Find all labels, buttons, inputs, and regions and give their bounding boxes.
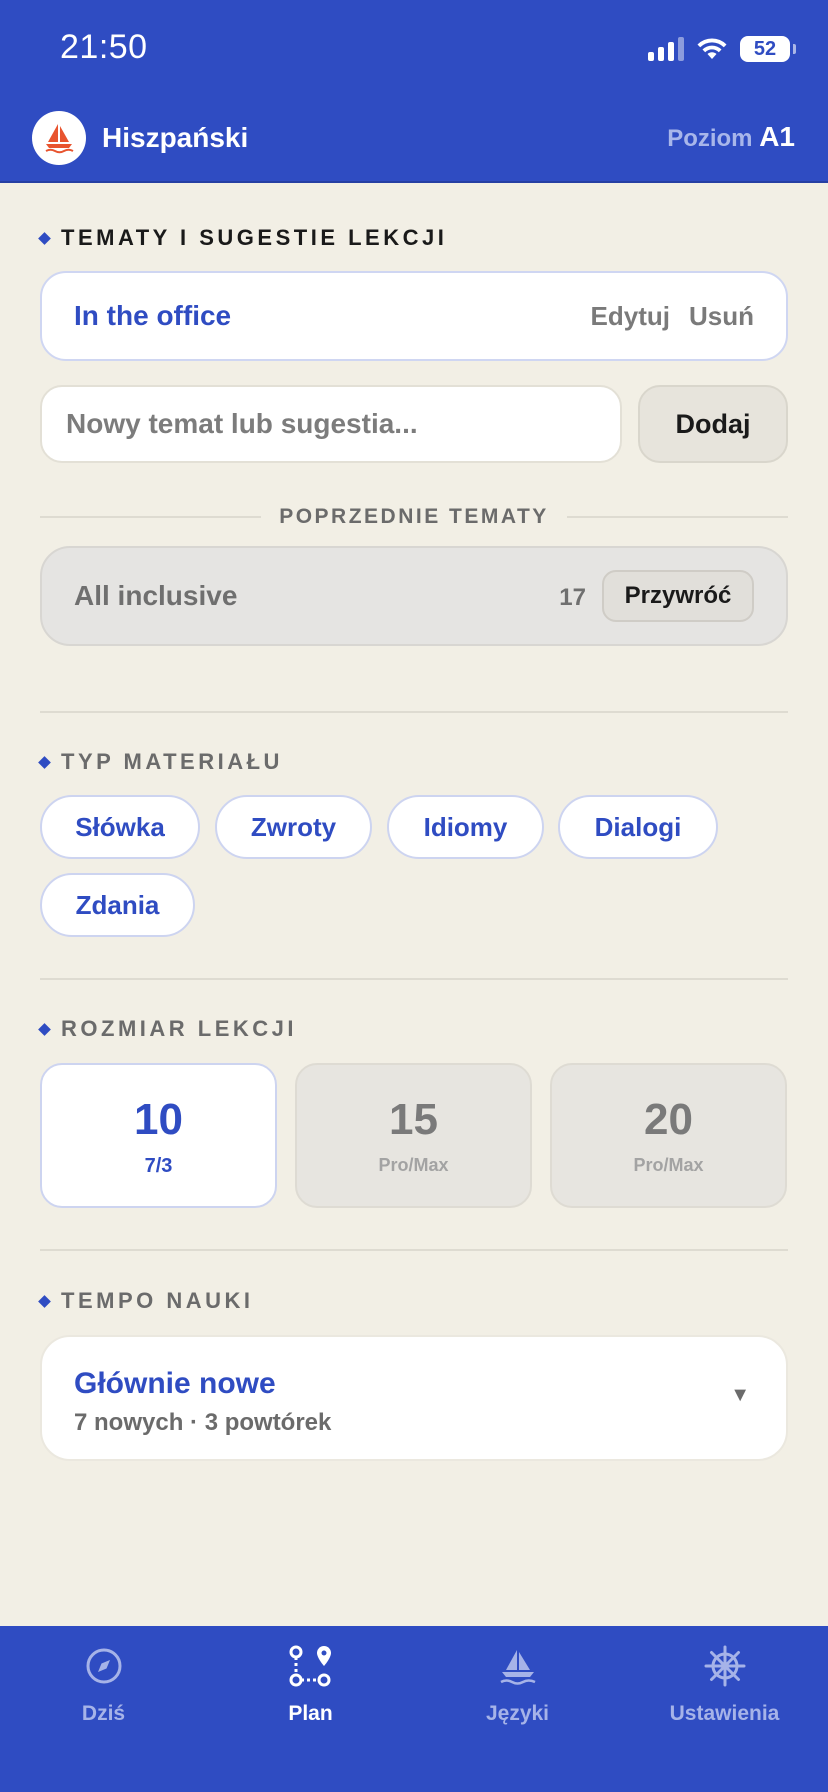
level-value: A1	[759, 121, 795, 152]
edit-topic-button[interactable]: Edytuj	[591, 301, 670, 332]
restore-topic-button[interactable]: Przywróć	[602, 570, 754, 622]
previous-topic-card: All inclusive 17 Przywróć	[40, 546, 788, 646]
tab-label: Ustawienia	[669, 1702, 780, 1725]
signal-icon	[648, 37, 684, 61]
lesson-size-value: 15	[389, 1095, 438, 1144]
diamond-bullet-icon	[38, 231, 51, 245]
language-avatar[interactable]	[32, 111, 86, 165]
tab-label: Języki	[485, 1702, 550, 1725]
tab-jezyki[interactable]: Języki	[414, 1626, 621, 1736]
topics-heading: TEMATY I SUGESTIE LEKCJI	[38, 225, 448, 251]
current-topic-name: In the office	[74, 300, 232, 331]
lesson-size-value: 20	[644, 1095, 693, 1144]
lesson-size-heading: ROZMIAR LEKCJI	[38, 1016, 297, 1042]
material-chip-zwroty[interactable]: Zwroty	[215, 795, 372, 859]
material-heading: TYP MATERIAŁU	[38, 749, 283, 775]
diamond-bullet-icon	[38, 755, 51, 769]
pace-heading: TEMPO NAUKI	[38, 1288, 254, 1314]
lesson-size-heading-text: ROZMIAR LEKCJI	[61, 1016, 297, 1041]
lesson-size-sub: Pro/Max	[378, 1155, 449, 1175]
sailboat-icon	[499, 1650, 536, 1685]
ship-wheel-icon	[704, 1645, 745, 1687]
tab-bar: Dziś Plan Języki Ustawienia	[0, 1626, 828, 1792]
previous-topics-divider: POPRZEDNIE TEMATY	[40, 503, 788, 531]
material-chip-dialogi[interactable]: Dialogi	[558, 795, 718, 859]
tab-label: Dziś	[81, 1702, 126, 1725]
diamond-bullet-icon	[38, 1022, 51, 1036]
sailboat-logo-icon	[45, 124, 74, 154]
lesson-size-sub: Pro/Max	[633, 1155, 704, 1175]
lesson-size-option-15[interactable]: 15 Pro/Max	[295, 1063, 532, 1208]
lesson-size-option-20[interactable]: 20 Pro/Max	[550, 1063, 787, 1208]
status-time: 21:50	[60, 28, 148, 66]
new-topic-input[interactable]	[40, 385, 622, 463]
pace-heading-text: TEMPO NAUKI	[61, 1288, 254, 1313]
lesson-size-option-10[interactable]: 10 7/3	[40, 1063, 277, 1208]
previous-topic-name: All inclusive	[74, 580, 238, 611]
pace-selected-title: Głównie nowe	[74, 1367, 276, 1400]
lesson-size-value: 10	[134, 1095, 183, 1144]
material-heading-text: TYP MATERIAŁU	[61, 749, 283, 774]
level-label: Poziom	[667, 125, 753, 152]
previous-topics-heading: POPRZEDNIE TEMATY	[279, 505, 549, 528]
language-title[interactable]: Hiszpański	[102, 122, 248, 154]
divider-line	[566, 516, 788, 518]
status-icons: 52	[648, 34, 796, 64]
app-header: 21:50 52 Hiszpański Poziom A1	[0, 0, 828, 183]
wifi-icon	[697, 38, 727, 59]
level-indicator[interactable]: Poziom A1	[667, 121, 795, 153]
material-chip-zdania[interactable]: Zdania	[40, 873, 195, 937]
tab-label: Plan	[288, 1702, 333, 1725]
route-icon	[289, 1645, 331, 1687]
compass-icon	[86, 1648, 121, 1684]
chevron-down-icon: ▼	[730, 1384, 750, 1406]
add-topic-button[interactable]: Dodaj	[638, 385, 788, 463]
section-divider	[40, 1249, 788, 1251]
current-topic-card: In the office Edytuj Usuń	[40, 271, 788, 361]
battery-indicator: 52	[740, 36, 796, 62]
lesson-size-sub: 7/3	[144, 1155, 173, 1177]
topics-heading-text: TEMATY I SUGESTIE LEKCJI	[61, 225, 448, 250]
delete-topic-button[interactable]: Usuń	[689, 301, 754, 332]
tab-plan[interactable]: Plan	[207, 1626, 414, 1736]
diamond-bullet-icon	[38, 1294, 51, 1308]
section-divider	[40, 978, 788, 980]
pace-select[interactable]: Głównie nowe 7 nowych · 3 powtórek ▼	[40, 1335, 788, 1461]
pace-selected-sub: 7 nowych · 3 powtórek	[74, 1409, 332, 1436]
section-divider	[40, 711, 788, 713]
material-chip-slowka[interactable]: Słówka	[40, 795, 200, 859]
divider-line	[40, 516, 262, 518]
tab-ustawienia[interactable]: Ustawienia	[621, 1626, 828, 1736]
tab-dzis[interactable]: Dziś	[0, 1626, 207, 1736]
previous-topic-count: 17	[559, 584, 586, 611]
material-chip-idiomy[interactable]: Idiomy	[387, 795, 544, 859]
